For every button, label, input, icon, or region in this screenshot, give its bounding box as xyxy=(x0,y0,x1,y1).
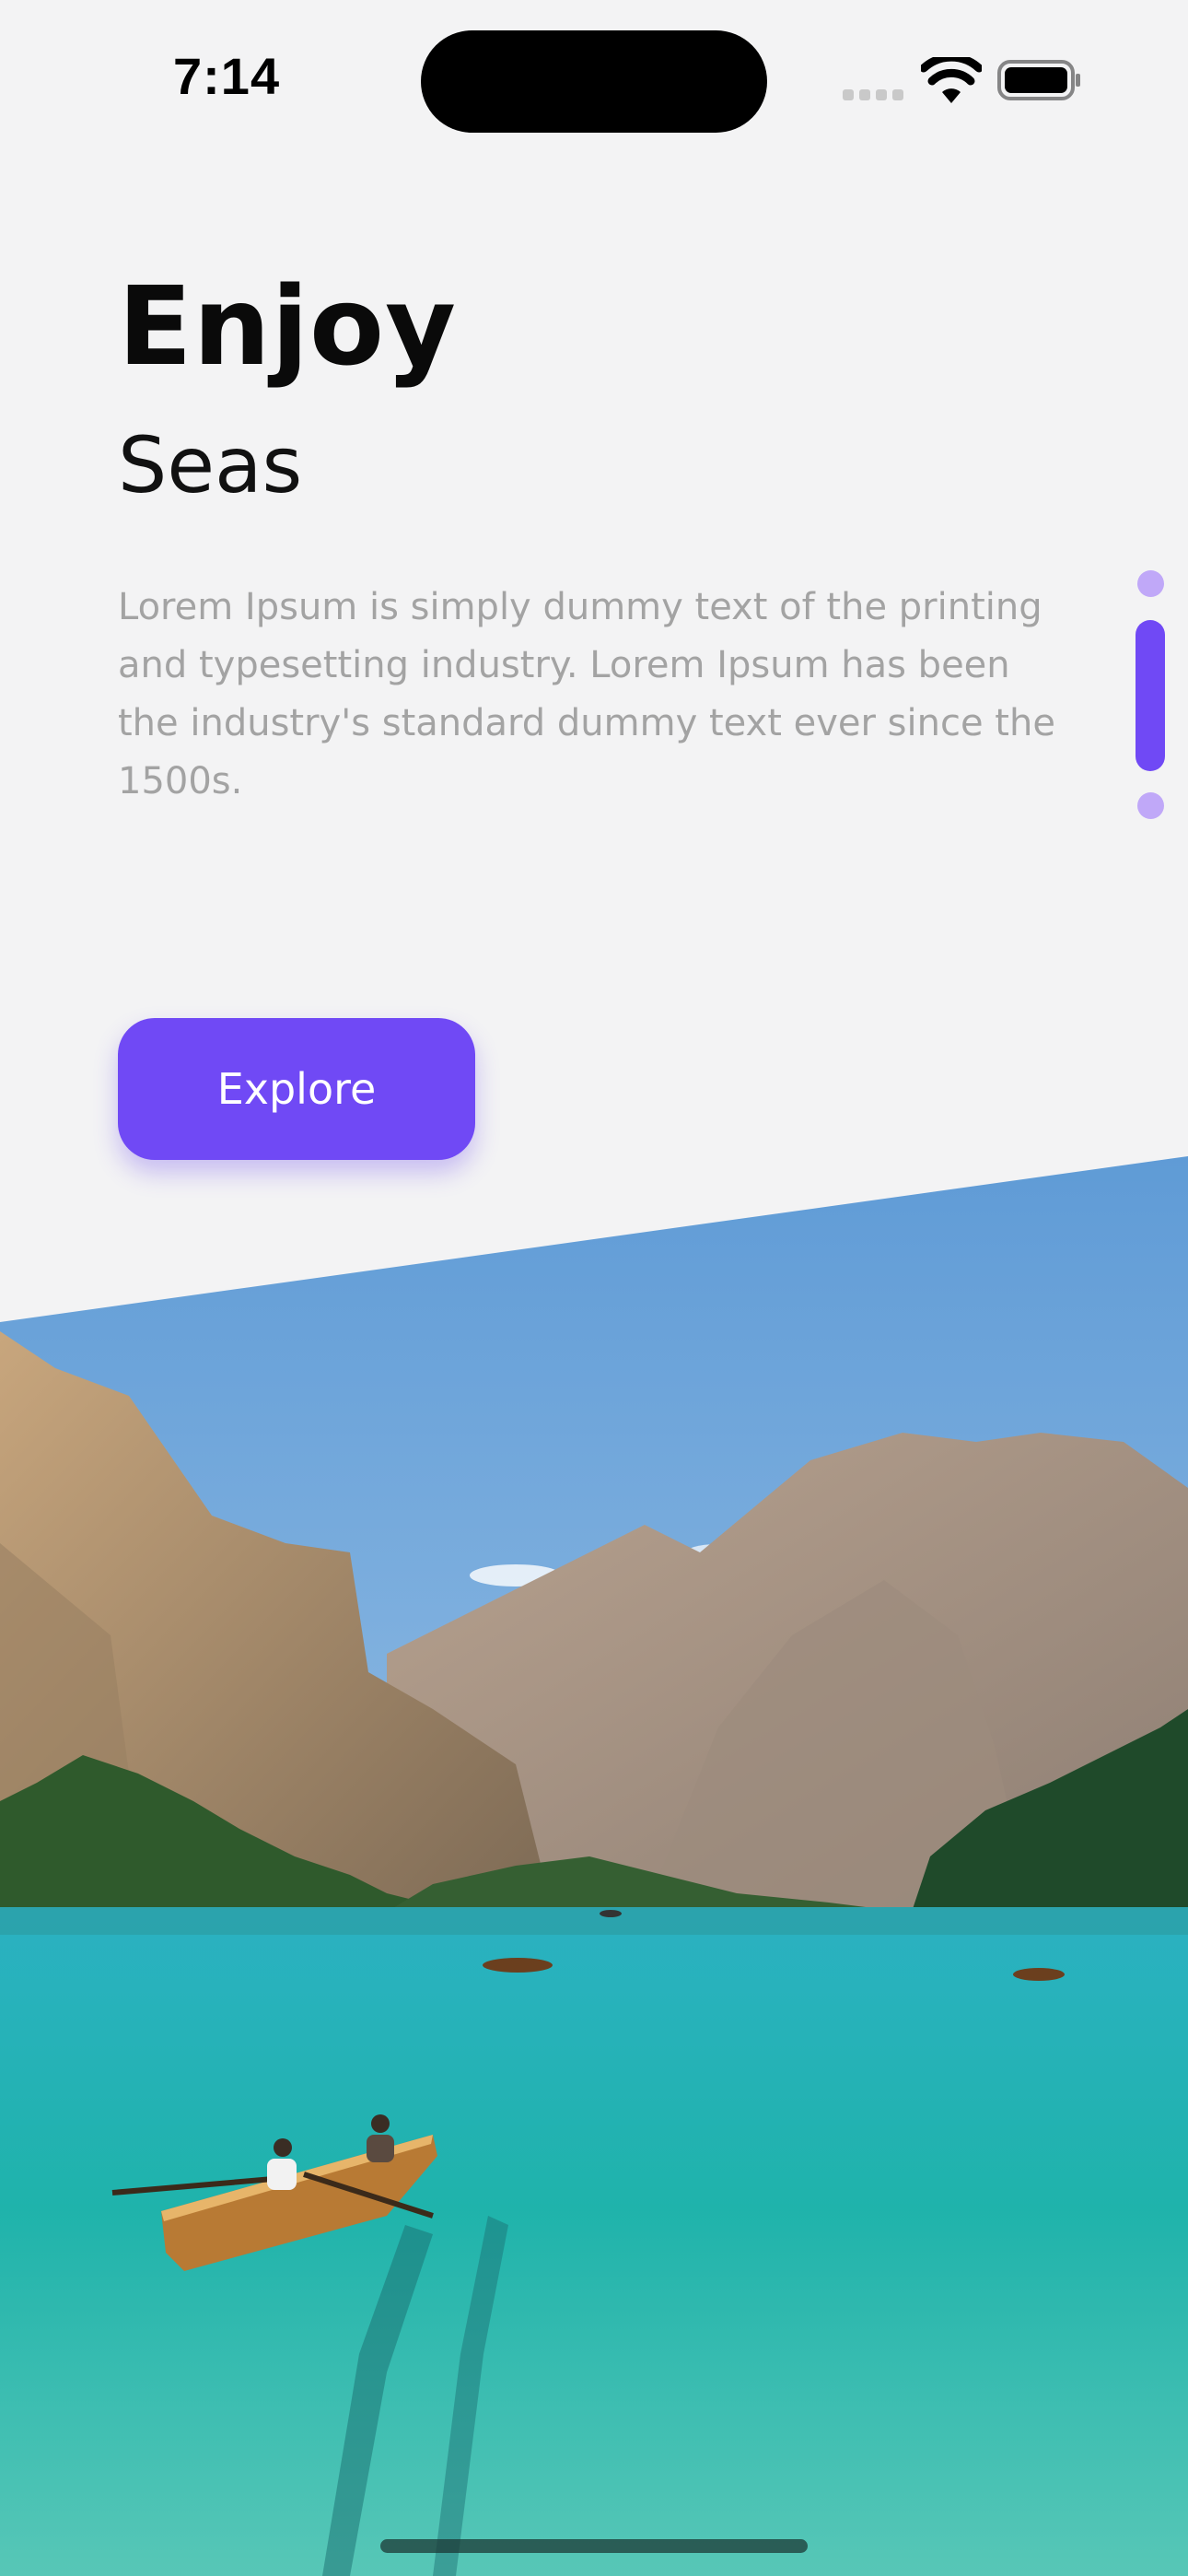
status-time: 7:14 xyxy=(173,47,281,105)
page-dot[interactable] xyxy=(1137,570,1164,597)
explore-button[interactable]: Explore xyxy=(118,1018,475,1160)
hero-subtitle: Seas xyxy=(118,420,303,510)
cellular-signal-icon xyxy=(843,88,905,100)
hero-description: Lorem Ipsum is simply dummy text of the … xyxy=(118,586,1055,802)
dynamic-island xyxy=(421,30,767,133)
wifi-icon xyxy=(921,57,982,103)
page-dot[interactable] xyxy=(1137,792,1164,819)
home-indicator[interactable] xyxy=(380,2539,808,2553)
hero-title: Enjoy xyxy=(118,263,458,390)
battery-icon xyxy=(997,60,1080,100)
landscape-photo xyxy=(0,1156,1188,2576)
page-dot-active[interactable] xyxy=(1136,620,1165,771)
